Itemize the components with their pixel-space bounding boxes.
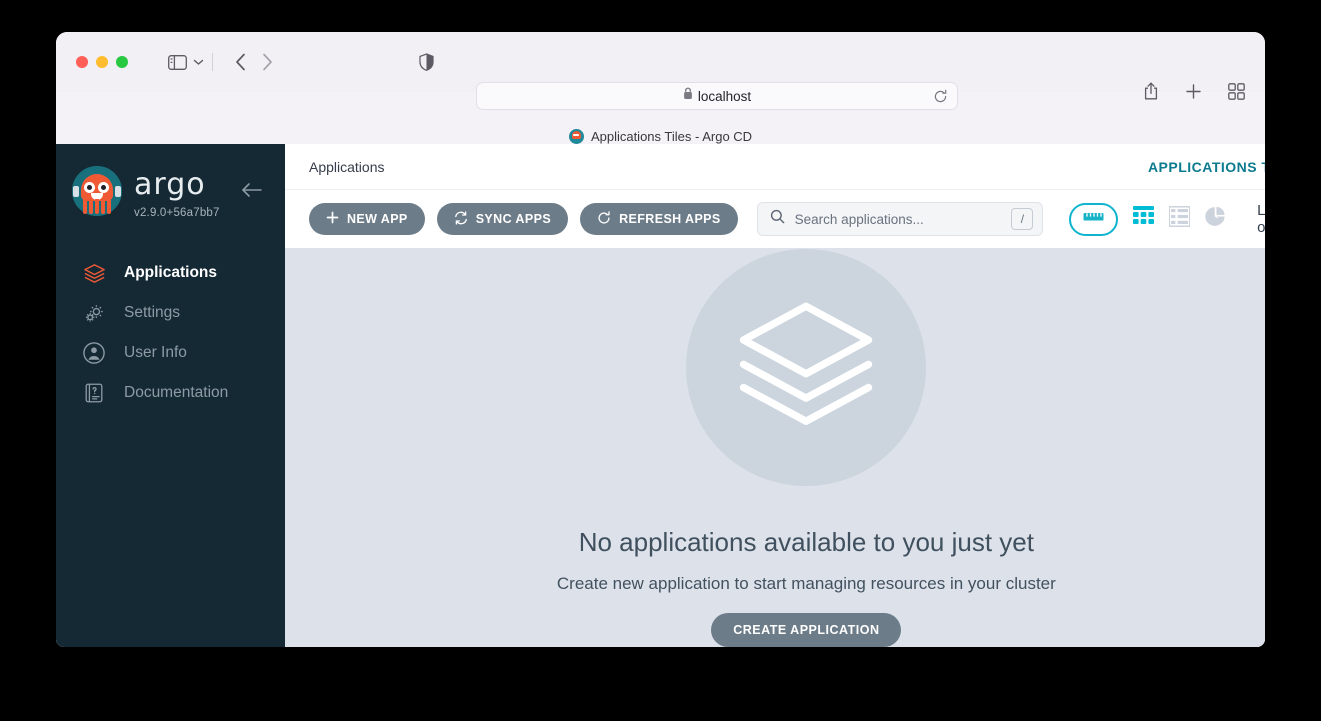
sidebar-item-applications[interactable]: Applications bbox=[56, 253, 285, 293]
sidebar-item-label: Documentation bbox=[124, 384, 229, 401]
new-tab-plus-icon[interactable] bbox=[1185, 83, 1202, 100]
empty-state-illustration bbox=[686, 249, 927, 487]
content-header: Applications APPLICATIONS TILES bbox=[285, 144, 1265, 189]
pie-chart-icon bbox=[1205, 206, 1226, 232]
logout-link[interactable]: Log out bbox=[1257, 202, 1265, 236]
version-label: v2.9.0+56a7bb7 bbox=[134, 207, 220, 219]
view-toggle-group: Log out bbox=[1069, 202, 1265, 236]
empty-state: No applications available to you just ye… bbox=[285, 248, 1265, 647]
share-icon[interactable] bbox=[1143, 82, 1159, 101]
sidebar-toggle-icon[interactable] bbox=[168, 54, 187, 70]
sidebar-nav: Applications Settings User Info Document… bbox=[56, 253, 285, 413]
url-text: localhost bbox=[697, 88, 752, 104]
window-controls bbox=[76, 56, 128, 68]
gears-icon bbox=[82, 301, 106, 325]
search-icon bbox=[770, 209, 785, 229]
argo-logo-icon bbox=[72, 166, 122, 216]
back-arrow-icon[interactable] bbox=[235, 53, 246, 71]
sync-apps-label: SYNC APPS bbox=[475, 212, 552, 226]
reload-icon[interactable] bbox=[933, 89, 948, 109]
filter-icon bbox=[1083, 210, 1104, 228]
page-mode-label: APPLICATIONS TILES bbox=[1147, 158, 1265, 175]
tab-overview-icon[interactable] bbox=[1228, 83, 1245, 100]
browser-right-tools bbox=[1143, 82, 1245, 101]
refresh-icon bbox=[597, 210, 611, 228]
brand-wordmark: argo bbox=[134, 167, 206, 202]
chevron-down-icon[interactable] bbox=[193, 58, 204, 66]
empty-state-subtitle: Create new application to start managing… bbox=[556, 574, 1056, 594]
stacked-layers-icon bbox=[731, 290, 881, 445]
search-box[interactable]: / bbox=[756, 202, 1044, 236]
search-input[interactable] bbox=[794, 211, 1002, 227]
breadcrumb[interactable]: Applications bbox=[309, 159, 385, 175]
list-view-icon bbox=[1168, 205, 1192, 232]
filter-toggle-button[interactable] bbox=[1069, 202, 1119, 236]
tiles-view-button[interactable] bbox=[1132, 206, 1154, 232]
search-shortcut-badge: / bbox=[1011, 208, 1034, 230]
app-viewport: argo v2.9.0+56a7bb7 Applications Setting… bbox=[56, 144, 1265, 647]
sidebar-item-settings[interactable]: Settings bbox=[56, 293, 285, 333]
brand-block: argo v2.9.0+56a7bb7 bbox=[56, 144, 285, 219]
list-view-button[interactable] bbox=[1168, 205, 1192, 232]
desktop-background: localhost Applications Tiles - Argo CD a… bbox=[0, 0, 1321, 721]
user-icon bbox=[82, 341, 106, 365]
sidebar-item-label: Applications bbox=[124, 264, 218, 281]
summary-view-button[interactable] bbox=[1205, 206, 1227, 232]
new-app-button[interactable]: NEW APP bbox=[309, 203, 425, 235]
empty-state-title: No applications available to you just ye… bbox=[578, 527, 1034, 558]
collapse-sidebar-icon[interactable] bbox=[241, 182, 263, 203]
address-bar[interactable]: localhost bbox=[476, 82, 958, 110]
lock-icon bbox=[683, 87, 693, 105]
layers-icon bbox=[82, 261, 106, 285]
sidebar-item-documentation[interactable]: Documentation bbox=[56, 373, 285, 413]
argo-sidebar: argo v2.9.0+56a7bb7 Applications Setting… bbox=[56, 144, 285, 647]
maximize-window-button[interactable] bbox=[116, 56, 128, 68]
create-application-button[interactable]: CREATE APPLICATION bbox=[711, 613, 902, 647]
book-icon bbox=[82, 381, 106, 405]
argo-favicon bbox=[568, 128, 584, 144]
main-content: Applications APPLICATIONS TILES NEW APP bbox=[285, 144, 1265, 647]
sync-icon bbox=[454, 210, 468, 228]
tab-title: Applications Tiles - Argo CD bbox=[590, 128, 753, 144]
sidebar-item-label: Settings bbox=[124, 304, 181, 321]
browser-titlebar: localhost Applications Tiles - Argo CD bbox=[56, 32, 1265, 144]
sidebar-item-user-info[interactable]: User Info bbox=[56, 333, 285, 373]
plus-icon bbox=[326, 211, 339, 227]
privacy-shield-icon[interactable] bbox=[419, 53, 434, 71]
refresh-apps-label: REFRESH APPS bbox=[619, 212, 721, 226]
minimize-window-button[interactable] bbox=[96, 56, 108, 68]
sync-apps-button[interactable]: SYNC APPS bbox=[436, 203, 569, 235]
new-app-label: NEW APP bbox=[347, 212, 408, 226]
grid-tiles-icon bbox=[1132, 206, 1154, 232]
refresh-apps-button[interactable]: REFRESH APPS bbox=[580, 203, 738, 235]
close-window-button[interactable] bbox=[76, 56, 88, 68]
forward-arrow-icon[interactable] bbox=[262, 53, 273, 71]
browser-window: localhost Applications Tiles - Argo CD a… bbox=[56, 32, 1265, 647]
toolbar-divider bbox=[212, 53, 213, 71]
sidebar-item-label: User Info bbox=[124, 344, 187, 361]
applications-toolbar: NEW APP SYNC APPS REFRESH APPS Search ap… bbox=[285, 189, 1265, 248]
